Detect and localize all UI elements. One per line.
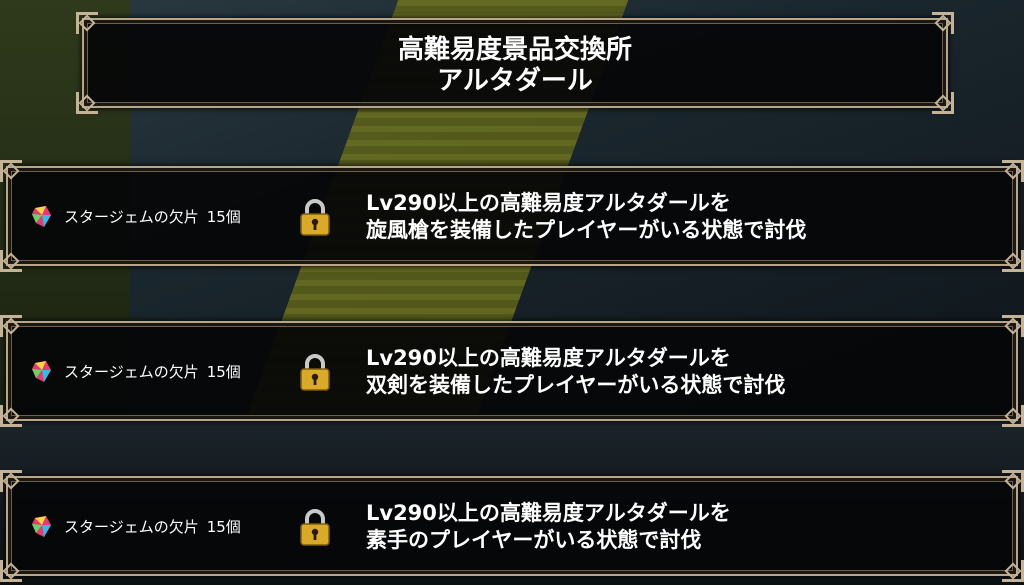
lock-icon (300, 509, 330, 546)
frame-ornament-icon (0, 560, 22, 582)
condition-line-1: Lv290以上の高難易度アルタダールを (366, 191, 731, 215)
condition-line-2: 旋風槍を装備したプレイヤーがいる状態で討伐 (366, 218, 807, 242)
frame-ornament-icon (0, 470, 22, 492)
reward-item: スタージェムの欠片 15個 (64, 516, 241, 537)
condition-line-2: 双剣を装備したプレイヤーがいる状態で討伐 (366, 373, 786, 397)
title-banner: 高難易度景品交換所 アルタダール (76, 12, 954, 114)
frame-ornament-icon (1002, 405, 1024, 427)
star-gem-fragment-icon (32, 361, 51, 382)
reward-row[interactable]: スタージェムの欠片 15個 Lv290以上の高難易度アルタダールを 旋風槍を装備し… (0, 160, 1024, 272)
frame-ornament-icon (1002, 315, 1024, 337)
frame-ornament-icon (1002, 470, 1024, 492)
lock-icon (300, 199, 330, 236)
frame-ornament-icon (76, 12, 98, 34)
frame-ornament-icon (1002, 160, 1024, 182)
star-gem-fragment-icon (32, 516, 51, 537)
unlock-condition: Lv290以上の高難易度アルタダールを 旋風槍を装備したプレイヤーがいる状態で討… (366, 190, 806, 244)
frame-ornament-icon (0, 160, 22, 182)
condition-line-1: Lv290以上の高難易度アルタダールを (366, 346, 731, 370)
reward-quantity: 15個 (206, 518, 241, 536)
condition-line-2: 素手のプレイヤーがいる状態で討伐 (366, 528, 702, 552)
reward-item-name: スタージェムの欠片 (64, 363, 199, 381)
reward-row[interactable]: スタージェムの欠片 15個 Lv290以上の高難易度アルタダールを 双剣を装備した… (0, 315, 1024, 427)
frame-ornament-icon (0, 250, 22, 272)
unlock-condition: Lv290以上の高難易度アルタダールを 双剣を装備したプレイヤーがいる状態で討伐 (366, 345, 785, 399)
title-line-1: 高難易度景品交換所 (397, 35, 632, 65)
reward-quantity: 15個 (206, 363, 241, 381)
star-gem-fragment-icon (32, 206, 51, 227)
page-title: 高難易度景品交換所 アルタダール (84, 35, 946, 97)
frame-ornament-icon (0, 315, 22, 337)
lock-icon (300, 354, 330, 391)
frame-ornament-icon (932, 12, 954, 34)
reward-item-name: スタージェムの欠片 (64, 518, 199, 536)
frame-ornament-icon (1002, 250, 1024, 272)
reward-item: スタージェムの欠片 15個 (64, 206, 241, 227)
reward-quantity: 15個 (206, 208, 241, 226)
frame-ornament-icon (1002, 560, 1024, 582)
condition-line-1: Lv290以上の高難易度アルタダールを (366, 501, 731, 525)
reward-row[interactable]: スタージェムの欠片 15個 Lv290以上の高難易度アルタダールを 素手のプレイヤ… (0, 470, 1024, 582)
unlock-condition: Lv290以上の高難易度アルタダールを 素手のプレイヤーがいる状態で討伐 (366, 500, 731, 554)
reward-item-name: スタージェムの欠片 (64, 208, 199, 226)
reward-item: スタージェムの欠片 15個 (64, 361, 241, 382)
frame-ornament-icon (0, 405, 22, 427)
title-line-2: アルタダール (437, 66, 593, 96)
